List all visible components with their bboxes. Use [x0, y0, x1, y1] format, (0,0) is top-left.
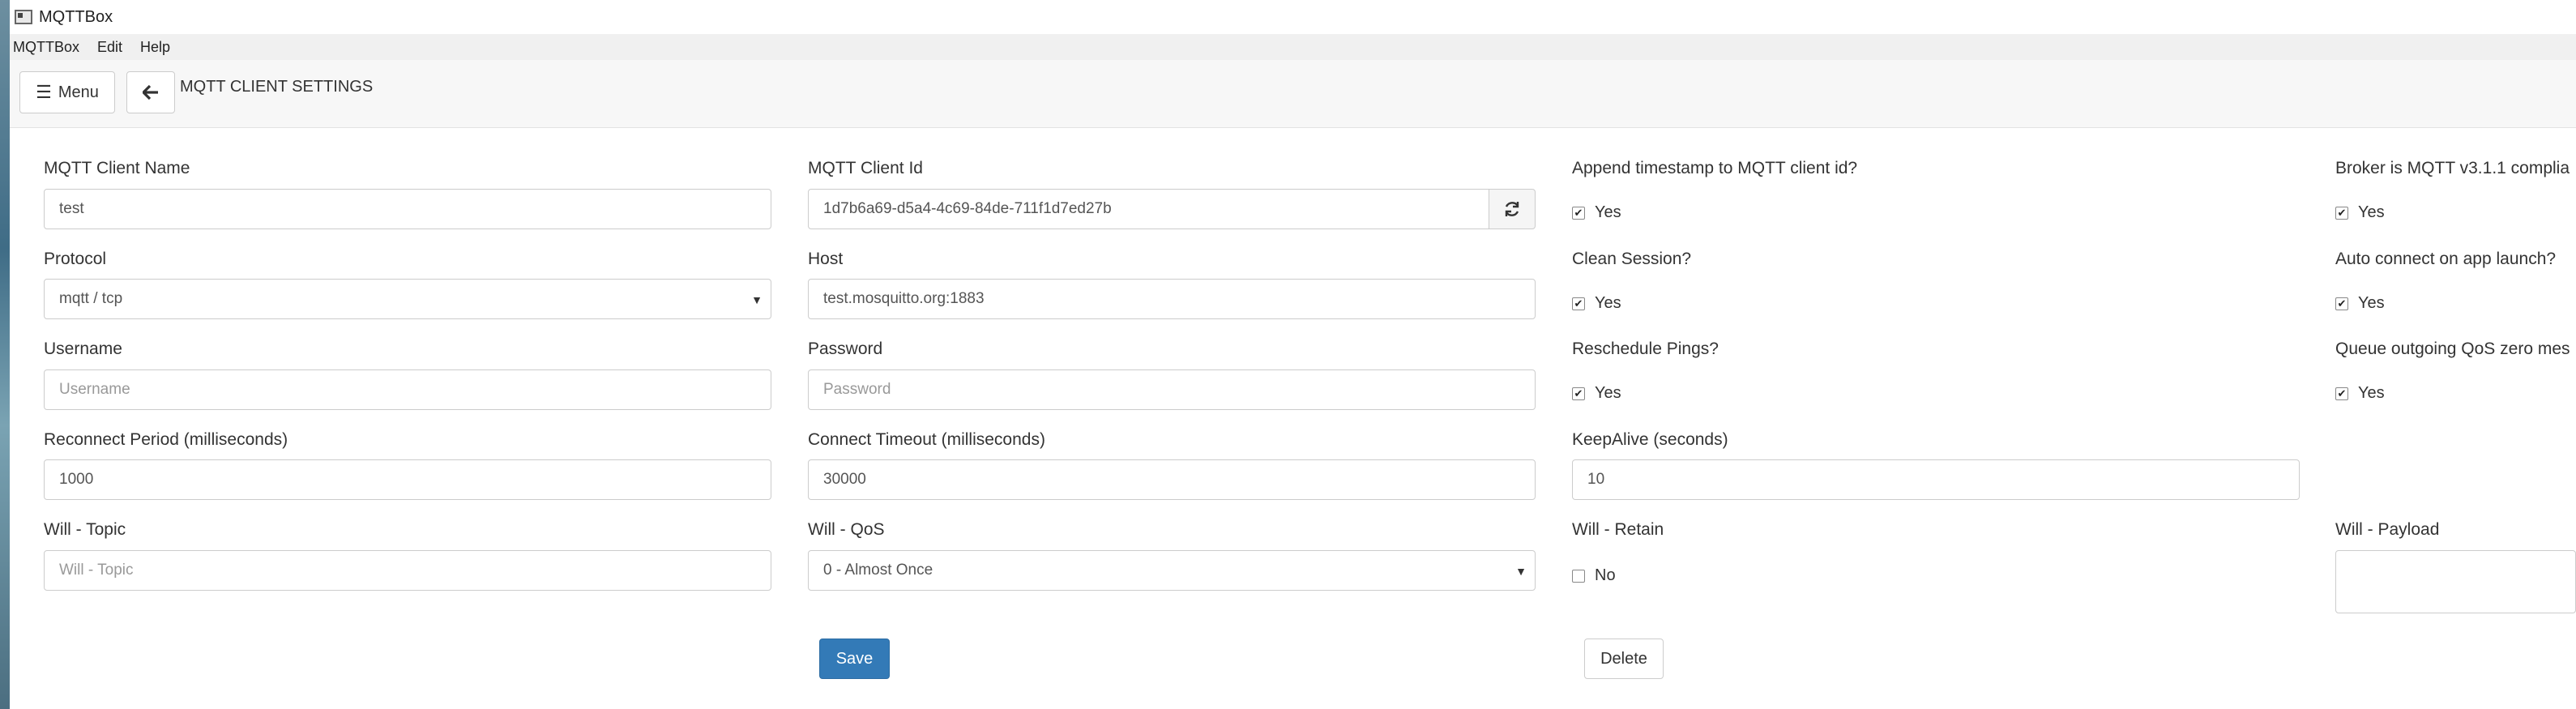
refresh-icon	[1505, 202, 1519, 216]
clean-session-option: Yes	[1595, 294, 1621, 312]
will-qos-select-value: 0 - Almost Once	[823, 562, 933, 579]
queue-outgoing-label: Queue outgoing QoS zero mes	[2335, 340, 2570, 358]
queue-outgoing-option: Yes	[2358, 384, 2385, 402]
queue-outgoing-checkbox[interactable]: ✔	[2335, 387, 2348, 400]
menu-help[interactable]: Help	[140, 39, 170, 56]
menu-button[interactable]: ☰ Menu	[19, 71, 115, 113]
reschedule-pings-checkbox[interactable]: ✔	[1572, 387, 1585, 400]
will-payload-label: Will - Payload	[2335, 520, 2440, 539]
broker-v311-option: Yes	[2358, 203, 2385, 221]
append-timestamp-option: Yes	[1595, 203, 1621, 221]
connect-timeout-input[interactable]: 30000	[808, 459, 1536, 500]
delete-button[interactable]: Delete	[1584, 639, 1664, 679]
reschedule-pings-option: Yes	[1595, 384, 1621, 402]
append-timestamp-checkbox-row[interactable]: ✔ Yes	[1572, 203, 1621, 222]
broker-v311-checkbox-row[interactable]: ✔ Yes	[2335, 203, 2385, 222]
menu-edit[interactable]: Edit	[97, 39, 122, 56]
will-topic-input[interactable]: Will - Topic	[44, 550, 771, 591]
keepalive-label: KeepAlive (seconds)	[1572, 430, 1728, 449]
connect-timeout-label: Connect Timeout (milliseconds)	[808, 430, 1045, 449]
toolbar: ☰ Menu MQTT CLIENT SETTINGS	[10, 60, 2576, 128]
will-qos-label: Will - QoS	[808, 520, 885, 539]
password-label: Password	[808, 340, 883, 358]
will-qos-select[interactable]: 0 - Almost Once ▼	[808, 550, 1536, 591]
queue-outgoing-checkbox-row[interactable]: ✔ Yes	[2335, 384, 2385, 403]
will-retain-option: No	[1595, 566, 1616, 584]
will-retain-checkbox[interactable]	[1572, 569, 1585, 583]
menu-button-label: Menu	[58, 83, 99, 101]
desktop-background	[0, 0, 10, 709]
client-name-input[interactable]: test	[44, 189, 771, 229]
caret-down-icon: ▼	[1515, 565, 1527, 578]
clean-session-checkbox[interactable]: ✔	[1572, 297, 1585, 310]
hamburger-icon: ☰	[36, 82, 52, 102]
clean-session-label: Clean Session?	[1572, 250, 1692, 268]
client-id-input[interactable]: 1d7b6a69-d5a4-4c69-84de-711f1d7ed27b	[808, 189, 1489, 229]
protocol-select[interactable]: mqtt / tcp ▼	[44, 279, 771, 319]
protocol-select-value: mqtt / tcp	[59, 290, 123, 307]
back-button[interactable]	[126, 71, 175, 113]
will-topic-label: Will - Topic	[44, 520, 126, 539]
append-timestamp-label: Append timestamp to MQTT client id?	[1572, 159, 1858, 177]
keepalive-input[interactable]: 10	[1572, 459, 2300, 500]
title-bar: MQTTBox	[0, 0, 2576, 34]
page-title: MQTT CLIENT SETTINGS	[180, 78, 374, 96]
caret-down-icon: ▼	[751, 293, 763, 306]
will-payload-textarea[interactable]	[2335, 550, 2576, 613]
arrow-left-icon	[143, 85, 158, 100]
refresh-client-id-button[interactable]	[1489, 189, 1536, 229]
save-button[interactable]: Save	[819, 639, 890, 679]
password-input[interactable]: Password	[808, 369, 1536, 410]
window-title: MQTTBox	[39, 7, 113, 26]
will-retain-checkbox-row[interactable]: No	[1572, 566, 1616, 585]
username-label: Username	[44, 340, 122, 358]
username-input[interactable]: Username	[44, 369, 771, 410]
app-icon	[15, 10, 32, 24]
host-label: Host	[808, 250, 844, 268]
broker-v311-checkbox[interactable]: ✔	[2335, 206, 2348, 220]
broker-v311-label: Broker is MQTT v3.1.1 complia	[2335, 159, 2570, 177]
reconnect-period-input[interactable]: 1000	[44, 459, 771, 500]
protocol-label: Protocol	[44, 250, 107, 268]
menu-bar: MQTTBox Edit Help	[0, 34, 2576, 60]
will-retain-label: Will - Retain	[1572, 520, 1664, 539]
auto-connect-checkbox-row[interactable]: ✔ Yes	[2335, 294, 2385, 313]
host-input[interactable]: test.mosquitto.org:1883	[808, 279, 1536, 319]
auto-connect-option: Yes	[2358, 294, 2385, 312]
auto-connect-label: Auto connect on app launch?	[2335, 250, 2557, 268]
reschedule-pings-checkbox-row[interactable]: ✔ Yes	[1572, 384, 1621, 403]
append-timestamp-checkbox[interactable]: ✔	[1572, 206, 1585, 220]
client-name-label: MQTT Client Name	[44, 159, 190, 177]
menu-mqttbox[interactable]: MQTTBox	[13, 39, 79, 56]
auto-connect-checkbox[interactable]: ✔	[2335, 297, 2348, 310]
app-window: MQTTBox MQTTBox Edit Help ☰ Menu MQTT CL…	[0, 0, 2576, 709]
reconnect-period-label: Reconnect Period (milliseconds)	[44, 430, 288, 449]
client-id-label: MQTT Client Id	[808, 159, 923, 177]
clean-session-checkbox-row[interactable]: ✔ Yes	[1572, 294, 1621, 313]
reschedule-pings-label: Reschedule Pings?	[1572, 340, 1719, 358]
